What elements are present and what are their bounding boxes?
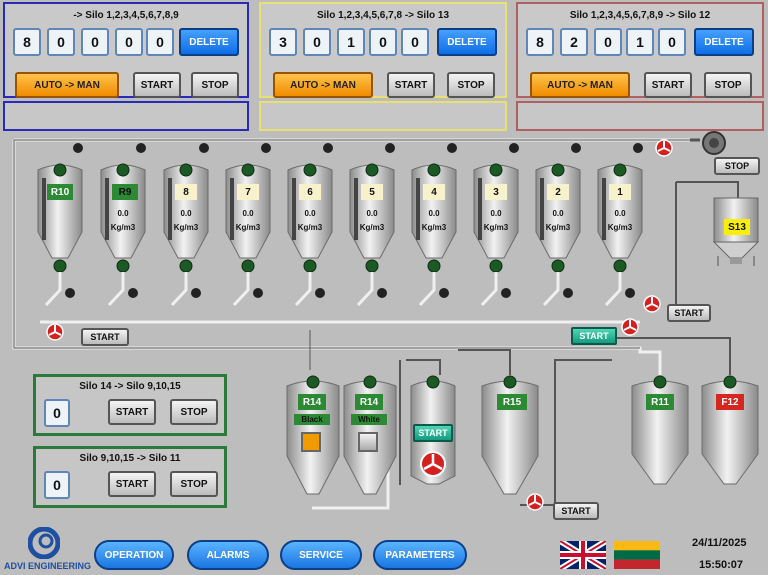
silo-f12-label: F12 bbox=[716, 394, 744, 410]
start-mixer-button[interactable]: START bbox=[413, 424, 453, 442]
silo-r15-label: R15 bbox=[497, 394, 527, 410]
panel-title: Silo 14 -> Silo 9,10,15 bbox=[79, 381, 181, 392]
time-display: 15:50:07 bbox=[699, 559, 744, 571]
digit-input[interactable]: 0 bbox=[44, 399, 70, 427]
lt-flag-icon[interactable] bbox=[614, 541, 660, 569]
nav-service[interactable]: SERVICE bbox=[280, 540, 362, 570]
transfer-panel-1: Silo 14 -> Silo 9,10,15 0 START STOP bbox=[33, 374, 227, 436]
silo-r14-white-sub: White bbox=[351, 414, 387, 425]
white-color-swatch bbox=[358, 432, 378, 452]
nav-alarms[interactable]: ALARMS bbox=[187, 540, 269, 570]
brand-name: ADVI ENGINEERING bbox=[4, 561, 92, 571]
start-button[interactable]: START bbox=[108, 399, 156, 425]
lower-silo-5 bbox=[701, 375, 759, 485]
silo-r14-black-sub: Black bbox=[294, 414, 330, 425]
lower-silo-4 bbox=[631, 375, 689, 485]
silo-r14-white-label: R14 bbox=[355, 394, 383, 410]
stop-button[interactable]: STOP bbox=[170, 399, 218, 425]
stop-button[interactable]: STOP bbox=[170, 471, 218, 497]
silo-r14-black-label: R14 bbox=[298, 394, 326, 410]
transfer-panel-2: Silo 9,10,15 -> Silo 11 0 START STOP bbox=[33, 446, 227, 508]
mixer-motor-icon[interactable] bbox=[419, 450, 447, 478]
uk-flag-icon[interactable] bbox=[560, 541, 606, 569]
start-button[interactable]: START bbox=[108, 471, 156, 497]
nav-operation[interactable]: OPERATION bbox=[94, 540, 174, 570]
advi-logo-icon bbox=[28, 527, 60, 559]
lower-silos-graphics bbox=[286, 375, 759, 495]
date-display: 24/11/2025 bbox=[692, 537, 747, 549]
digit-input[interactable]: 0 bbox=[44, 471, 70, 499]
black-color-swatch bbox=[301, 432, 321, 452]
nav-parameters[interactable]: PARAMETERS bbox=[373, 540, 467, 570]
panel-title: Silo 9,10,15 -> Silo 11 bbox=[79, 453, 181, 464]
silo-r11-label: R11 bbox=[646, 394, 674, 410]
